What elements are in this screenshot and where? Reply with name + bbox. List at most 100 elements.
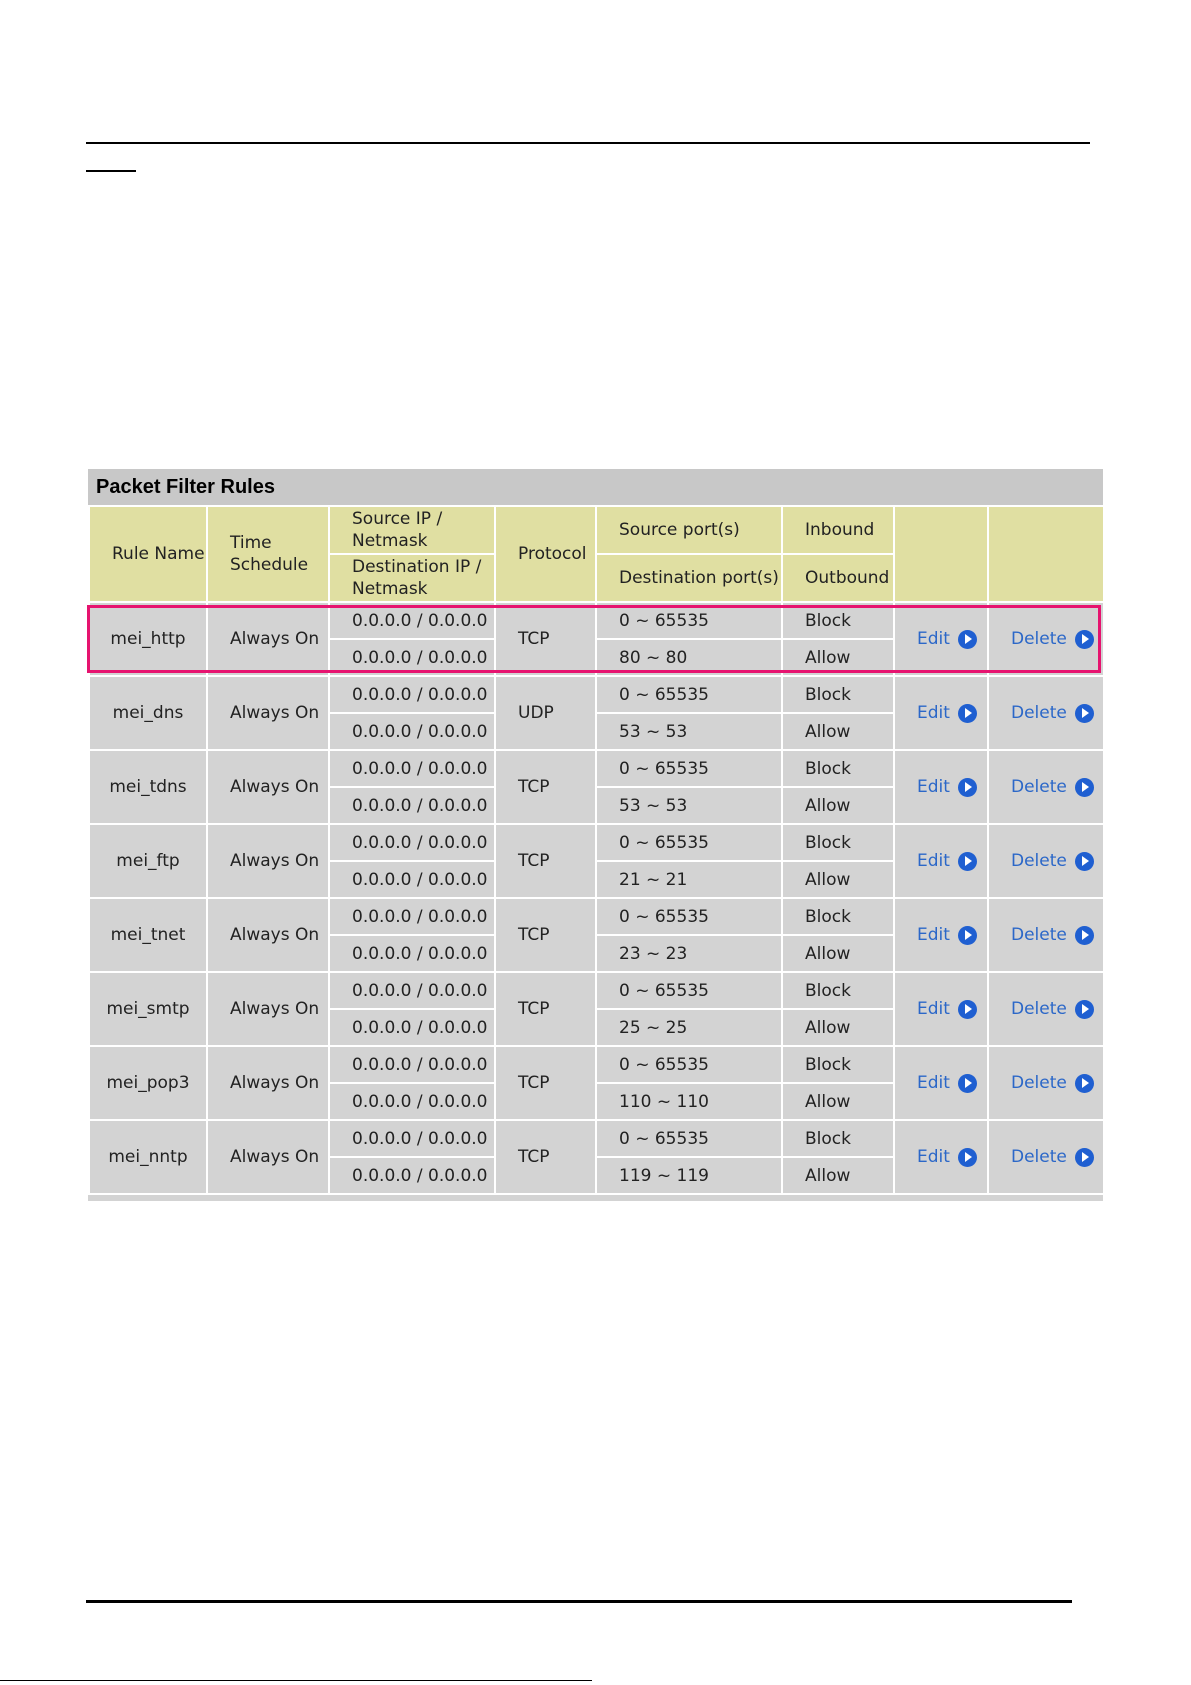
play-circle-icon xyxy=(1074,999,1094,1019)
header-rule-name: Rule Name xyxy=(88,505,208,603)
edit-cell: Edit xyxy=(893,675,989,751)
edit-cell: Edit xyxy=(893,601,989,677)
table-row: mei_dns Always On 0.0.0.0 / 0.0.0.0 UDP … xyxy=(88,675,1105,751)
rule-destination-ports: 80 ~ 80 xyxy=(595,638,783,677)
delete-button[interactable]: Delete xyxy=(1011,925,1094,945)
delete-button[interactable]: Delete xyxy=(1011,851,1094,871)
rule-outbound: Allow xyxy=(781,860,895,899)
table-row: mei_pop3 Always On 0.0.0.0 / 0.0.0.0 TCP… xyxy=(88,1045,1105,1121)
rule-outbound: Allow xyxy=(781,1082,895,1121)
edit-button[interactable]: Edit xyxy=(917,925,977,945)
header-destination-ports: Destination port(s) xyxy=(595,553,783,603)
rule-inbound: Block xyxy=(781,1119,895,1158)
rule-protocol: TCP xyxy=(494,1045,597,1121)
table-row: mei_tdns Always On 0.0.0.0 / 0.0.0.0 TCP… xyxy=(88,749,1105,825)
rule-schedule: Always On xyxy=(206,749,330,825)
delete-label: Delete xyxy=(1011,999,1067,1019)
edit-button[interactable]: Edit xyxy=(917,851,977,871)
table-row: mei_ftp Always On 0.0.0.0 / 0.0.0.0 TCP … xyxy=(88,823,1105,899)
play-circle-icon xyxy=(957,1073,977,1093)
rule-source-ports: 0 ~ 65535 xyxy=(595,823,783,862)
rule-source-ports: 0 ~ 65535 xyxy=(595,601,783,640)
rule-source-ip: 0.0.0.0 / 0.0.0.0 xyxy=(328,823,496,862)
rule-inbound: Block xyxy=(781,749,895,788)
delete-label: Delete xyxy=(1011,1147,1067,1167)
play-circle-icon xyxy=(1074,851,1094,871)
edit-button[interactable]: Edit xyxy=(917,999,977,1019)
edit-label: Edit xyxy=(917,851,950,871)
edit-label: Edit xyxy=(917,999,950,1019)
table-row: mei_smtp Always On 0.0.0.0 / 0.0.0.0 TCP… xyxy=(88,971,1105,1047)
delete-cell: Delete xyxy=(987,1119,1105,1195)
play-circle-icon xyxy=(1074,1073,1094,1093)
table-row: mei_tnet Always On 0.0.0.0 / 0.0.0.0 TCP… xyxy=(88,897,1105,973)
rule-source-ports: 0 ~ 65535 xyxy=(595,1119,783,1158)
edit-label: Edit xyxy=(917,1073,950,1093)
page-top-rule xyxy=(86,142,1090,144)
delete-button[interactable]: Delete xyxy=(1011,999,1094,1019)
edit-button[interactable]: Edit xyxy=(917,629,977,649)
rule-source-ports: 0 ~ 65535 xyxy=(595,749,783,788)
delete-label: Delete xyxy=(1011,777,1067,797)
play-circle-icon xyxy=(1074,777,1094,797)
play-circle-icon xyxy=(1074,703,1094,723)
edit-cell: Edit xyxy=(893,823,989,899)
rule-schedule: Always On xyxy=(206,971,330,1047)
rule-destination-ip: 0.0.0.0 / 0.0.0.0 xyxy=(328,638,496,677)
delete-cell: Delete xyxy=(987,971,1105,1047)
header-inbound: Inbound xyxy=(781,505,895,555)
rule-protocol: TCP xyxy=(494,1119,597,1195)
rule-protocol: TCP xyxy=(494,823,597,899)
rule-protocol: UDP xyxy=(494,675,597,751)
rule-name: mei_nntp xyxy=(88,1119,208,1195)
delete-label: Delete xyxy=(1011,703,1067,723)
rule-destination-ip: 0.0.0.0 / 0.0.0.0 xyxy=(328,1008,496,1047)
delete-cell: Delete xyxy=(987,675,1105,751)
rule-protocol: TCP xyxy=(494,897,597,973)
rule-protocol: TCP xyxy=(494,971,597,1047)
rule-name: mei_tnet xyxy=(88,897,208,973)
page-bottom-rule xyxy=(86,1600,1072,1603)
edit-button[interactable]: Edit xyxy=(917,777,977,797)
rule-protocol: TCP xyxy=(494,601,597,677)
edit-cell: Edit xyxy=(893,749,989,825)
header-edit-empty xyxy=(893,505,989,603)
edit-label: Edit xyxy=(917,629,950,649)
rule-outbound: Allow xyxy=(781,786,895,825)
edit-label: Edit xyxy=(917,777,950,797)
rule-inbound: Block xyxy=(781,971,895,1010)
play-circle-icon xyxy=(957,999,977,1019)
rule-destination-ip: 0.0.0.0 / 0.0.0.0 xyxy=(328,1082,496,1121)
delete-label: Delete xyxy=(1011,629,1067,649)
delete-cell: Delete xyxy=(987,1045,1105,1121)
edit-label: Edit xyxy=(917,925,950,945)
edit-button[interactable]: Edit xyxy=(917,1147,977,1167)
delete-button[interactable]: Delete xyxy=(1011,629,1094,649)
edit-button[interactable]: Edit xyxy=(917,1073,977,1093)
edit-cell: Edit xyxy=(893,971,989,1047)
rule-destination-ip: 0.0.0.0 / 0.0.0.0 xyxy=(328,860,496,899)
edit-cell: Edit xyxy=(893,1045,989,1121)
delete-cell: Delete xyxy=(987,823,1105,899)
table-row: mei_http Always On 0.0.0.0 / 0.0.0.0 TCP… xyxy=(88,601,1105,677)
play-circle-icon xyxy=(1074,629,1094,649)
delete-button[interactable]: Delete xyxy=(1011,1073,1094,1093)
rule-protocol: TCP xyxy=(494,749,597,825)
rule-name: mei_smtp xyxy=(88,971,208,1047)
edit-button[interactable]: Edit xyxy=(917,703,977,723)
header-outbound: Outbound xyxy=(781,553,895,603)
rule-inbound: Block xyxy=(781,601,895,640)
delete-button[interactable]: Delete xyxy=(1011,1147,1094,1167)
rule-source-ip: 0.0.0.0 / 0.0.0.0 xyxy=(328,897,496,936)
rule-destination-ports: 110 ~ 110 xyxy=(595,1082,783,1121)
rule-inbound: Block xyxy=(781,823,895,862)
play-circle-icon xyxy=(1074,925,1094,945)
delete-button[interactable]: Delete xyxy=(1011,703,1094,723)
delete-cell: Delete xyxy=(987,749,1105,825)
delete-button[interactable]: Delete xyxy=(1011,777,1094,797)
delete-cell: Delete xyxy=(987,897,1105,973)
rule-destination-ip: 0.0.0.0 / 0.0.0.0 xyxy=(328,934,496,973)
delete-cell: Delete xyxy=(987,601,1105,677)
rule-source-ip: 0.0.0.0 / 0.0.0.0 xyxy=(328,971,496,1010)
edit-label: Edit xyxy=(917,1147,950,1167)
